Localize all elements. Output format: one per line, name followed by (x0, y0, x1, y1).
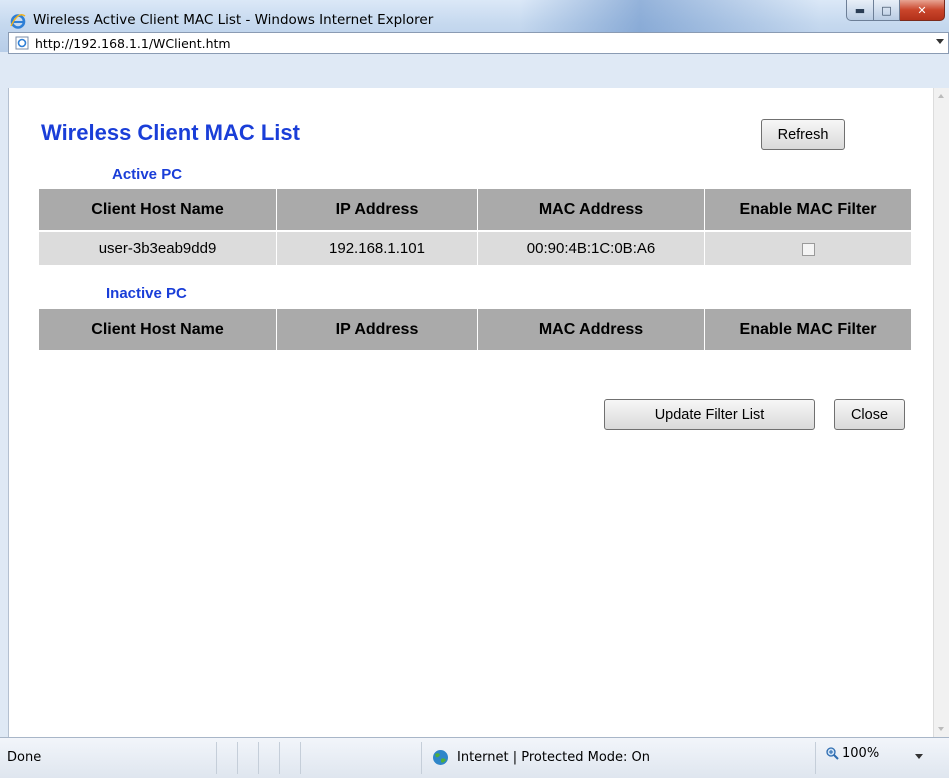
window-controls: ▬ □ ✕ (846, 0, 945, 22)
close-button[interactable]: Close (834, 399, 905, 430)
page-content: Wireless Client MAC List Refresh Active … (8, 88, 934, 737)
filter-cell (704, 230, 911, 265)
page-title: Wireless Client MAC List (41, 120, 300, 145)
column-header-mac: MAC Address (477, 309, 705, 350)
zoom-level[interactable]: 100% (842, 746, 879, 761)
active-pc-label: Active PC (112, 166, 183, 183)
status-divider (421, 742, 422, 774)
address-bar[interactable]: http://192.168.1.1/WClient.htm (8, 32, 949, 54)
address-url[interactable]: http://192.168.1.1/WClient.htm (35, 36, 231, 51)
internet-explorer-icon (10, 14, 26, 29)
scroll-down-icon[interactable] (938, 727, 944, 731)
active-pc-table: Client Host Name IP Address MAC Address … (39, 189, 911, 265)
status-divider (237, 742, 238, 774)
security-zone-text[interactable]: Internet | Protected Mode: On (457, 750, 650, 765)
client-host-name: user-3b3eab9dd9 (39, 230, 277, 265)
maximize-icon: □ (881, 3, 892, 17)
column-header-ip: IP Address (276, 189, 478, 231)
status-divider (815, 742, 816, 774)
status-text: Done (7, 750, 42, 765)
scroll-up-icon[interactable] (938, 94, 944, 98)
update-filter-list-button[interactable]: Update Filter List (604, 399, 815, 430)
minimize-button[interactable]: ▬ (846, 0, 874, 21)
status-divider (279, 742, 280, 774)
status-divider (258, 742, 259, 774)
client-ip-address: 192.168.1.101 (276, 230, 478, 265)
table-header-row: Client Host Name IP Address MAC Address … (39, 189, 911, 231)
globe-icon (433, 750, 448, 765)
column-header-ip: IP Address (276, 309, 478, 350)
zoom-icon (826, 747, 839, 760)
browser-window: Wireless Active Client MAC List - Window… (0, 0, 949, 778)
status-bar: Done Internet | Protected Mode: On 100% (0, 737, 949, 778)
close-window-button[interactable]: ✕ (900, 0, 945, 21)
address-dropdown-icon[interactable] (936, 39, 944, 44)
vertical-scrollbar[interactable] (933, 88, 949, 737)
status-divider (300, 742, 301, 774)
column-header-host: Client Host Name (39, 189, 277, 231)
window-title: Wireless Active Client MAC List - Window… (33, 12, 434, 28)
maximize-button[interactable]: □ (874, 0, 900, 21)
zoom-dropdown-icon[interactable] (915, 754, 923, 759)
column-header-filter: Enable MAC Filter (704, 189, 911, 231)
table-header-row: Client Host Name IP Address MAC Address … (39, 309, 911, 350)
refresh-button[interactable]: Refresh (761, 119, 845, 150)
column-header-filter: Enable MAC Filter (704, 309, 911, 350)
client-mac-address: 00:90:4B:1C:0B:A6 (477, 230, 705, 265)
table-row: user-3b3eab9dd9 192.168.1.101 00:90:4B:1… (39, 230, 911, 265)
column-header-mac: MAC Address (477, 189, 705, 231)
enable-mac-filter-checkbox[interactable] (801, 242, 815, 256)
minimize-icon: ▬ (854, 3, 866, 17)
inactive-pc-label: Inactive PC (106, 285, 187, 302)
status-divider (216, 742, 217, 774)
close-icon: ✕ (917, 3, 927, 17)
inactive-pc-table: Client Host Name IP Address MAC Address … (39, 309, 911, 350)
page-icon (15, 36, 29, 50)
column-header-host: Client Host Name (39, 309, 277, 350)
